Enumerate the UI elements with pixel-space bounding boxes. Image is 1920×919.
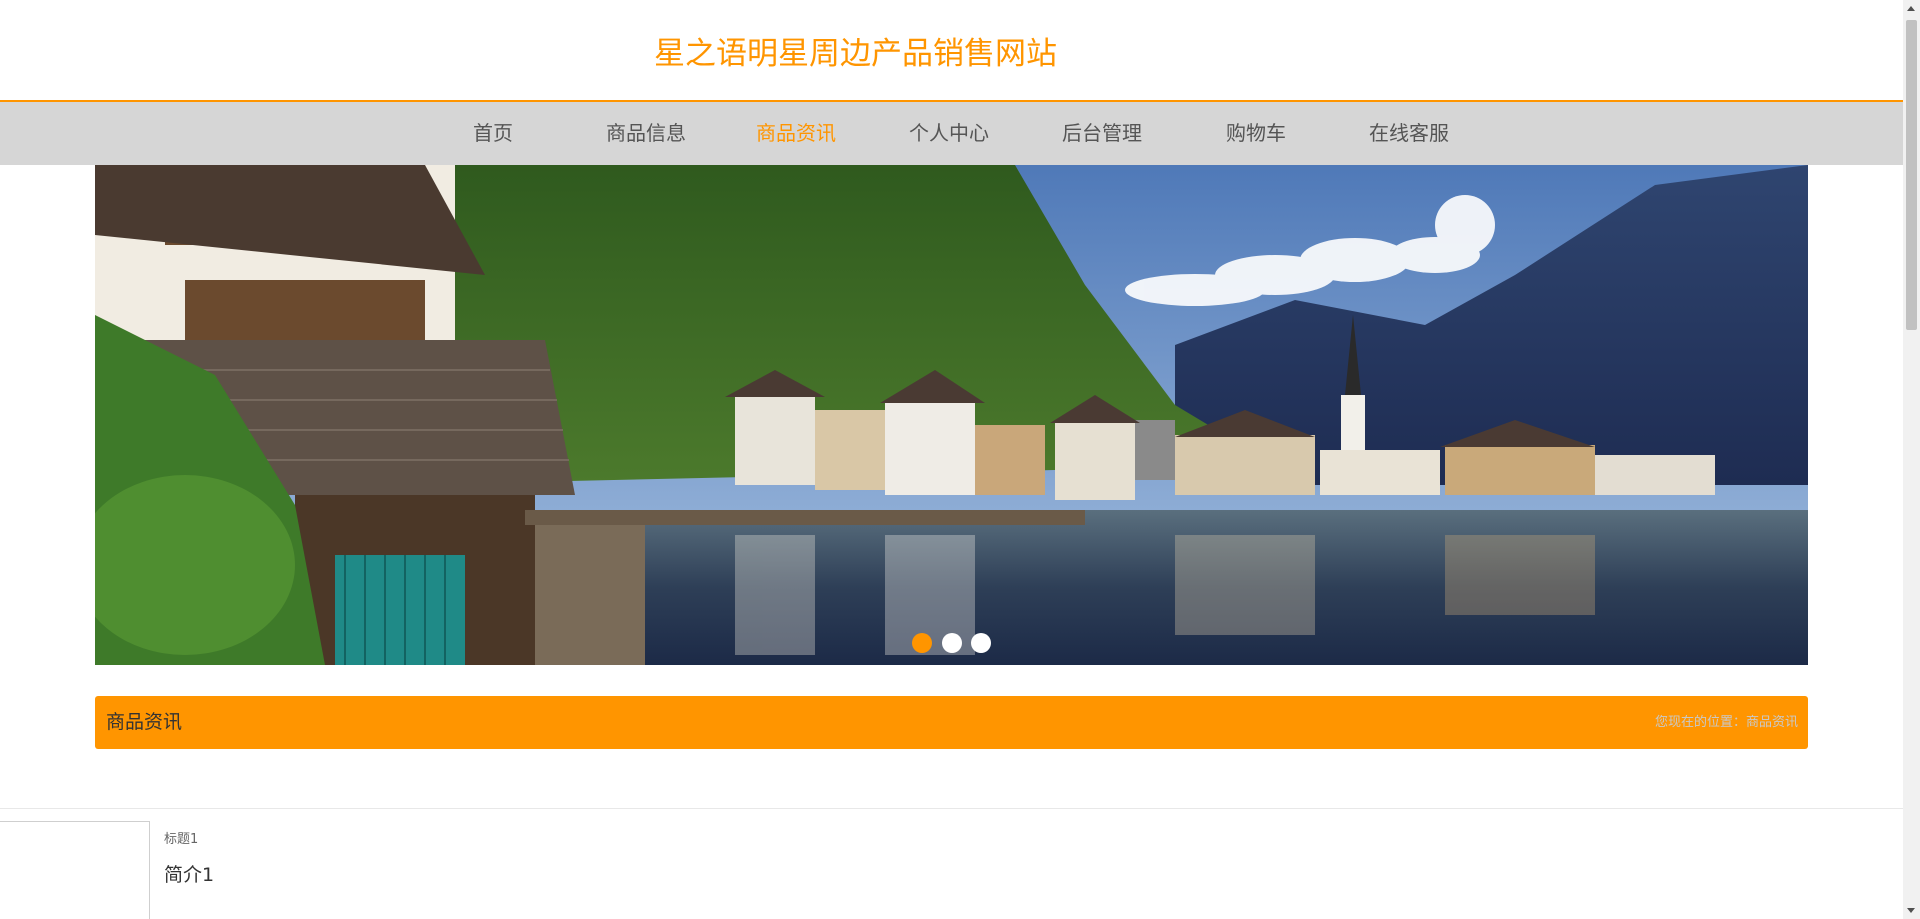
news-title[interactable]: 标题1	[164, 828, 198, 847]
banner-image	[95, 165, 1808, 665]
nav-item-admin[interactable]: 后台管理	[1062, 102, 1142, 165]
carousel-indicators	[95, 633, 1808, 655]
nav-item-home[interactable]: 首页	[473, 102, 513, 165]
banner-carousel[interactable]	[95, 165, 1808, 665]
carousel-dot-2[interactable]	[941, 633, 962, 653]
nav-item-customer-service[interactable]: 在线客服	[1369, 102, 1449, 165]
vertical-scrollbar[interactable]	[1903, 0, 1920, 919]
site-title[interactable]: 星之语明星周边产品销售网站	[654, 28, 1057, 73]
breadcrumb-prefix: 您现在的位置：	[1654, 715, 1746, 730]
nav-item-news[interactable]: 商品资讯	[756, 102, 836, 165]
scroll-thumb[interactable]	[1906, 20, 1917, 330]
scroll-up-icon[interactable]	[1907, 6, 1915, 11]
page: 星之语明星周边产品销售网站 首页 商品信息 商品资讯 个人中心 后台管理 购物车…	[0, 0, 1920, 919]
breadcrumb-current[interactable]: 商品资讯	[1746, 715, 1798, 730]
nav-item-personal-center[interactable]: 个人中心	[909, 102, 989, 165]
site-header: 星之语明星周边产品销售网站	[0, 0, 1903, 102]
nav-item-cart[interactable]: 购物车	[1226, 102, 1286, 165]
section-header-bar: 商品资讯 您现在的位置：商品资讯	[95, 696, 1808, 749]
section-title: 商品资讯	[106, 711, 183, 733]
breadcrumb: 您现在的位置：商品资讯	[1655, 696, 1798, 749]
news-thumbnail[interactable]	[0, 821, 150, 919]
carousel-dot-1[interactable]	[912, 633, 933, 653]
content-divider	[0, 808, 1903, 809]
news-intro: 简介1	[164, 864, 215, 886]
main-nav: 首页 商品信息 商品资讯 个人中心 后台管理 购物车 在线客服	[0, 102, 1903, 165]
carousel-dot-3[interactable]	[970, 633, 991, 653]
nav-item-products[interactable]: 商品信息	[606, 102, 686, 165]
scroll-down-icon[interactable]	[1907, 908, 1915, 913]
